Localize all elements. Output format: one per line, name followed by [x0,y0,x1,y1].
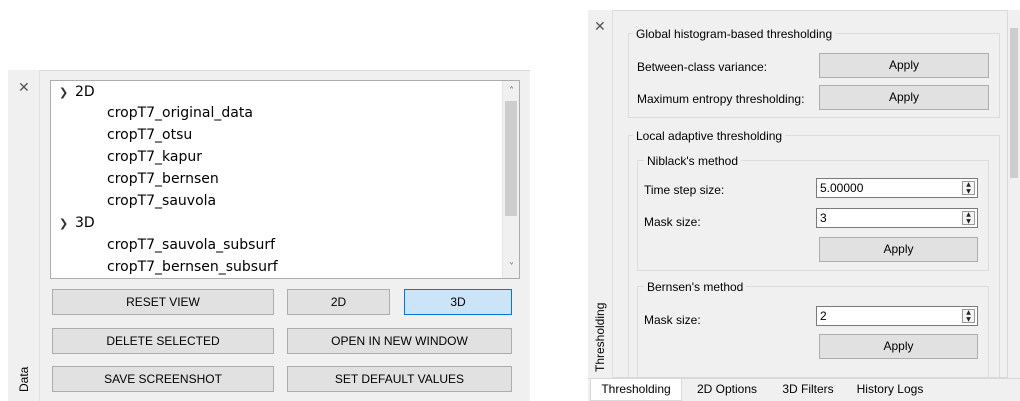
thresholding-panel: Global histogram-based thresholding Betw… [613,10,1008,379]
mask-size-label: Mask size: [644,215,701,229]
spin-arrows-icon[interactable]: ▲ ▼ [962,181,975,195]
time-step-spinbox[interactable]: 5.00000 ▲ ▼ [816,178,978,198]
group-title: Local adaptive thresholding [633,129,786,143]
group-title: Niblack's method [644,154,741,168]
reset-view-button[interactable]: RESET VIEW [52,289,274,315]
bernsen-apply-button[interactable]: Apply [819,334,978,359]
tree-scrollbar[interactable]: ˄ ˅ [502,81,519,278]
bernsen-mask-spinbox[interactable]: 2 ▲ ▼ [816,306,978,326]
close-icon[interactable]: ✕ [594,20,606,34]
dock-tab-bar: Thresholding 2D Options 3D Filters Histo… [588,378,1020,401]
scrollbar-thumb[interactable] [505,101,517,216]
tree-item[interactable]: cropT7_otsu [107,125,192,146]
tree-group-label: 3D [75,215,95,231]
max-entropy-label: Maximum entropy thresholding: [637,92,805,106]
tab-2d-options[interactable]: 2D Options [684,379,770,401]
tree-item[interactable]: cropT7_sauvola [107,191,216,212]
tree-group-label: 2D [75,84,95,100]
mask-size-label: Mask size: [644,313,701,327]
tree-item[interactable]: cropT7_original_data [107,103,253,124]
tab-history-logs[interactable]: History Logs [846,379,934,401]
scroll-down-icon[interactable]: ˅ [503,259,519,276]
delete-selected-button[interactable]: DELETE SELECTED [52,328,274,354]
tree-item[interactable]: cropT7_bernsen [107,169,219,190]
view-2d-button[interactable]: 2D [287,289,390,315]
bernsen-group [637,286,989,379]
panel-scrollbar[interactable] [1008,10,1020,378]
close-icon[interactable]: ✕ [18,81,30,95]
niblack-apply-button[interactable]: Apply [819,237,978,262]
max-entropy-apply-button[interactable]: Apply [819,85,989,110]
tab-thresholding[interactable]: Thresholding [590,379,682,401]
chevron-down-icon[interactable]: ❯ [59,213,75,234]
group-title: Global histogram-based thresholding [633,27,836,41]
between-class-apply-button[interactable]: Apply [819,53,989,78]
scrollbar-thumb[interactable] [1010,28,1018,178]
scroll-up-icon[interactable]: ˄ [503,83,519,100]
open-new-window-button[interactable]: OPEN IN NEW WINDOW [287,328,512,354]
tree-group-3d[interactable]: ❯ 3D [59,213,95,234]
between-class-label: Between-class variance: [637,60,768,74]
save-screenshot-button[interactable]: SAVE SCREENSHOT [52,366,274,392]
tree-group-2d[interactable]: ❯ 2D [59,82,95,103]
tab-3d-filters[interactable]: 3D Filters [770,379,846,401]
tree-item[interactable]: cropT7_sauvola_subsurf [107,235,275,256]
data-dock: ✕ Data ❯ 2D cropT7_original_data cropT7_o… [8,70,530,401]
thresholding-dock: ✕ Thresholding Global histogram-based th… [588,10,1020,401]
spin-arrows-icon[interactable]: ▲ ▼ [962,309,975,323]
group-title: Bernsen's method [644,280,747,294]
dataset-tree[interactable]: ❯ 2D cropT7_original_data cropT7_otsu cro… [50,80,520,279]
chevron-down-icon[interactable]: ❯ [59,82,75,103]
thresholding-dock-titlebar: ✕ Thresholding [588,10,613,378]
dock-title: Data [17,366,31,392]
mask-size-value: 3 [820,211,827,225]
tree-item[interactable]: cropT7_bernsen_subsurf [107,257,278,278]
tree-item[interactable]: cropT7_kapur [107,147,202,168]
mask-size-value: 2 [820,309,827,323]
niblack-mask-spinbox[interactable]: 3 ▲ ▼ [816,208,978,228]
data-dock-titlebar: ✕ Data [8,70,40,401]
time-step-label: Time step size: [644,183,725,197]
set-default-values-button[interactable]: SET DEFAULT VALUES [287,366,512,392]
spin-arrows-icon[interactable]: ▲ ▼ [962,211,975,225]
dock-title: Thresholding [593,302,607,372]
view-3d-button[interactable]: 3D [404,289,512,315]
time-step-value: 5.00000 [820,181,864,195]
